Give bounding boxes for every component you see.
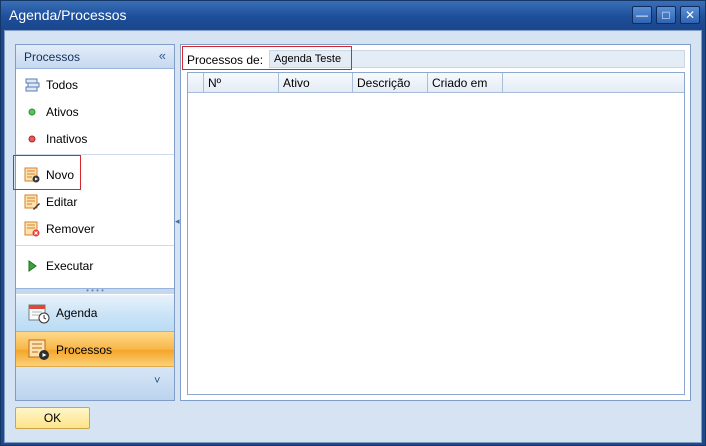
nav-item-label: Executar <box>46 259 94 273</box>
red-dot-icon <box>28 135 36 143</box>
group-label: Processos <box>56 343 113 357</box>
process-icon <box>28 339 49 360</box>
grid-header: Nº Ativo Descrição Criado em <box>188 73 684 93</box>
nav-item-label: Ativos <box>46 105 79 119</box>
group-label: Agenda <box>56 306 98 320</box>
process-grid[interactable]: Nº Ativo Descrição Criado em <box>187 72 685 395</box>
chevron-down-icon[interactable]: ˅ <box>154 375 160 387</box>
remove-process-icon <box>24 221 40 237</box>
column-header[interactable]: Descrição <box>353 73 428 93</box>
highlight-box-novo <box>13 155 81 190</box>
nav-divider <box>16 245 174 246</box>
nav-panel: Processos « Todos Ativos Inativos Novo E… <box>15 44 175 401</box>
calendar-clock-icon <box>28 304 50 324</box>
group-overflow-bar[interactable]: ˅ <box>16 367 174 400</box>
column-header[interactable]: Criado em <box>428 73 503 93</box>
column-header[interactable]: Ativo <box>279 73 353 93</box>
nav-item-ativos[interactable]: Ativos <box>16 99 174 125</box>
title-bar[interactable]: Agenda/Processos — □ ✕ <box>1 1 705 29</box>
list-icon <box>25 78 40 92</box>
minimize-button[interactable]: — <box>632 6 652 24</box>
nav-item-editar[interactable]: Editar <box>16 189 174 215</box>
green-dot-icon <box>28 108 36 116</box>
nav-header: Processos « <box>16 45 174 69</box>
main-window: Agenda/Processos — □ ✕ Processos « Todos <box>0 0 706 446</box>
nav-item-label: Todos <box>46 78 79 92</box>
nav-header-title: Processos <box>24 50 81 64</box>
nav-item-label: Remover <box>46 222 95 236</box>
group-button-agenda[interactable]: Agenda <box>16 295 174 331</box>
highlight-box-processos <box>182 46 352 70</box>
column-header-empty <box>503 73 684 93</box>
group-button-processos[interactable]: Processos <box>16 331 174 367</box>
content-panel: Processos de: Agenda Teste Nº Ativo Desc… <box>180 44 691 401</box>
row-selector-header[interactable] <box>188 73 204 93</box>
collapse-icon[interactable]: « <box>159 48 166 63</box>
maximize-button[interactable]: □ <box>656 6 676 24</box>
nav-item-label: Editar <box>46 195 78 209</box>
column-header[interactable]: Nº <box>204 73 279 93</box>
nav-item-label: Inativos <box>46 132 88 146</box>
nav-item-executar[interactable]: Executar <box>16 253 174 279</box>
play-icon <box>28 260 37 272</box>
panel-splitter-grip[interactable]: • • • • <box>16 287 174 295</box>
nav-item-todos[interactable]: Todos <box>16 72 174 98</box>
client-area: Processos « Todos Ativos Inativos Novo E… <box>4 30 702 443</box>
nav-item-remover[interactable]: Remover <box>16 216 174 242</box>
splitter-handle[interactable]: ◂ <box>175 216 180 227</box>
close-button[interactable]: ✕ <box>680 6 700 24</box>
nav-item-inativos[interactable]: Inativos <box>16 126 174 152</box>
ok-button[interactable]: OK <box>15 407 90 429</box>
edit-process-icon <box>24 194 40 210</box>
window-title: Agenda/Processos <box>9 7 127 23</box>
